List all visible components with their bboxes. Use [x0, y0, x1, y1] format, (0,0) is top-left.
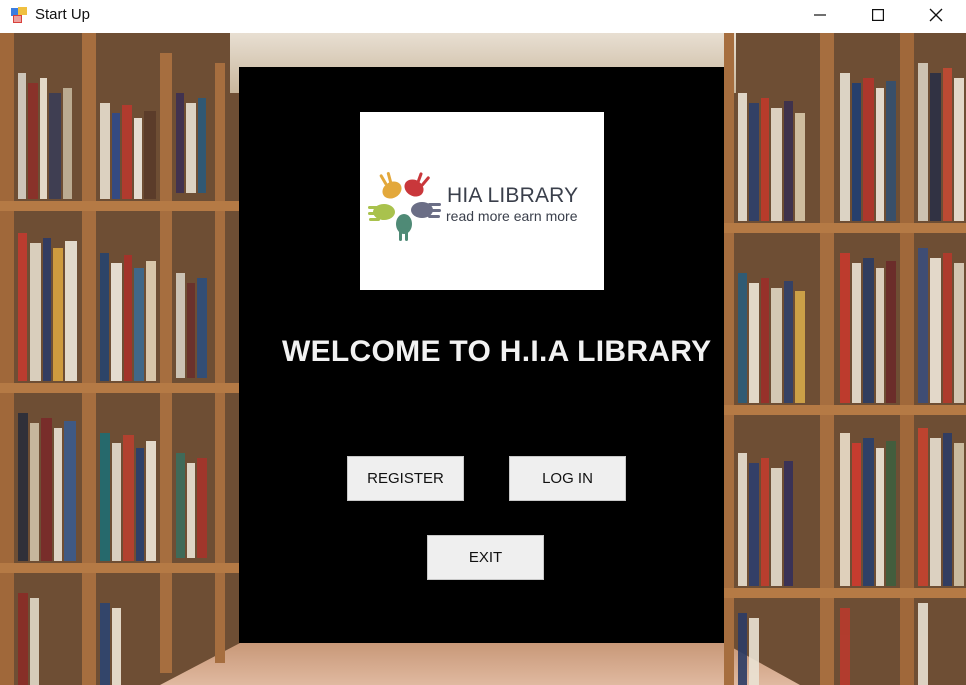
- logo-title: HIA LIBRARY: [447, 184, 579, 207]
- minimize-icon: [814, 14, 826, 16]
- exit-button[interactable]: EXIT: [427, 535, 544, 580]
- welcome-heading: WELCOME TO H.I.A LIBRARY: [282, 335, 712, 368]
- startup-panel: HIA LIBRARY read more earn more WELCOME …: [239, 67, 724, 643]
- colorful-hands-icon: [368, 172, 441, 241]
- library-logo: HIA LIBRARY read more earn more: [360, 112, 604, 290]
- title-bar: Start Up: [0, 0, 966, 33]
- register-button[interactable]: REGISTER: [347, 456, 464, 501]
- app-form-icon: [11, 7, 27, 23]
- logo-tagline: read more earn more: [446, 208, 578, 224]
- login-button[interactable]: LOG IN: [509, 456, 626, 501]
- window-title: Start Up: [35, 6, 91, 23]
- maximize-icon: [872, 9, 884, 21]
- minimize-button[interactable]: [791, 0, 849, 30]
- close-icon: [929, 8, 943, 22]
- maximize-button[interactable]: [849, 0, 907, 30]
- close-button[interactable]: [907, 0, 965, 30]
